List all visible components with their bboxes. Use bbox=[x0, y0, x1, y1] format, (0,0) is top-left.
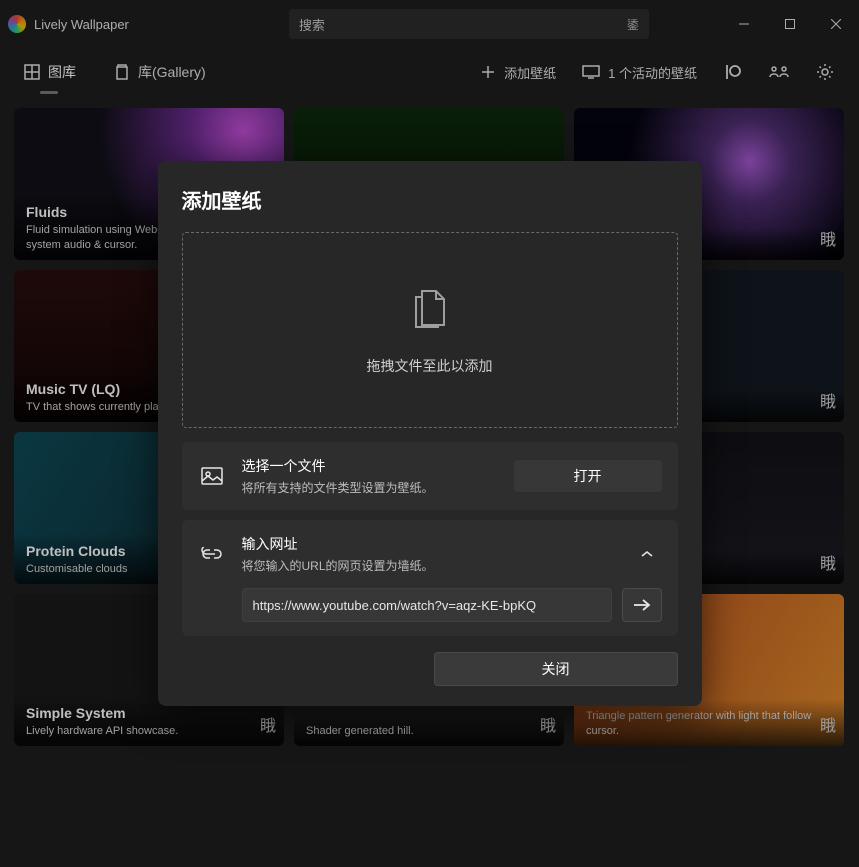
image-icon bbox=[198, 467, 226, 485]
enter-url-panel: 输入网址 将您输入的URL的网页设置为墙纸。 bbox=[182, 520, 678, 636]
choose-file-panel: 选择一个文件 将所有支持的文件类型设置为壁纸。 打开 bbox=[182, 442, 678, 510]
url-input[interactable] bbox=[242, 588, 612, 622]
dropzone-text: 拖拽文件至此以添加 bbox=[367, 356, 493, 376]
link-icon bbox=[198, 547, 226, 561]
modal-scrim: 添加壁纸 拖拽文件至此以添加 选择一个文件 将所有支持的文件类型设置为壁纸。 打… bbox=[0, 0, 859, 867]
submit-url-button[interactable] bbox=[622, 588, 662, 622]
enter-url-title: 输入网址 bbox=[242, 534, 616, 554]
close-modal-button[interactable]: 关闭 bbox=[434, 652, 678, 686]
dropzone[interactable]: 拖拽文件至此以添加 bbox=[182, 232, 678, 428]
add-wallpaper-modal: 添加壁纸 拖拽文件至此以添加 选择一个文件 将所有支持的文件类型设置为壁纸。 打… bbox=[158, 161, 702, 706]
file-copy-icon bbox=[408, 285, 452, 338]
choose-file-sub: 将所有支持的文件类型设置为壁纸。 bbox=[242, 479, 498, 496]
choose-file-title: 选择一个文件 bbox=[242, 456, 498, 476]
open-file-button[interactable]: 打开 bbox=[514, 460, 662, 492]
modal-title: 添加壁纸 bbox=[182, 185, 678, 214]
enter-url-sub: 将您输入的URL的网页设置为墙纸。 bbox=[242, 557, 616, 574]
chevron-up-icon[interactable] bbox=[632, 549, 662, 559]
